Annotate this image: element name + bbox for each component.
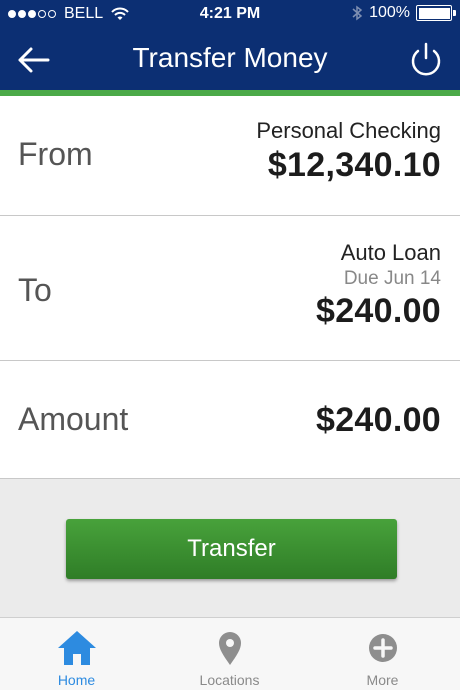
tab-locations-label: Locations	[199, 672, 260, 688]
action-area: Transfer	[0, 479, 460, 617]
amount-label: Amount	[18, 401, 129, 437]
plus-circle-icon	[368, 634, 397, 662]
to-due-date: Due Jun 14	[343, 268, 441, 289]
from-account-row[interactable]: From Personal Checking $12,340.10	[0, 96, 460, 216]
amount-row[interactable]: Amount $240.00	[0, 361, 460, 479]
transfer-button[interactable]: Transfer	[66, 519, 397, 579]
from-account-info: Personal Checking $12,340.10	[256, 118, 441, 185]
amount-value: $240.00	[315, 401, 441, 439]
from-label: From	[18, 136, 93, 172]
from-account-balance: $12,340.10	[267, 146, 441, 184]
status-bar: BELL 4:21 PM 100%	[0, 0, 460, 30]
tab-home[interactable]: Home	[0, 618, 153, 690]
to-label: To	[18, 272, 52, 308]
app-header: BELL 4:21 PM 100% Transfer Money	[0, 0, 460, 92]
amount-info: $240.00	[316, 399, 441, 440]
battery-percent: 100%	[369, 4, 410, 21]
home-icon	[57, 631, 96, 665]
battery-icon	[416, 5, 456, 21]
page-title: Transfer Money	[132, 42, 328, 73]
to-account-row[interactable]: To Auto Loan Due Jun 14 $240.00	[0, 216, 460, 361]
tab-home-label: Home	[57, 672, 96, 688]
power-icon[interactable]	[406, 40, 446, 80]
bluetooth-icon	[352, 5, 363, 21]
tab-locations[interactable]: Locations	[153, 618, 306, 690]
from-account-name: Personal Checking	[256, 118, 441, 143]
tab-more[interactable]: More	[306, 618, 459, 690]
to-account-name: Auto Loan	[340, 240, 441, 265]
nav-bar: Transfer Money	[0, 30, 460, 90]
status-right: 100%	[351, 4, 456, 22]
tab-more-label: More	[366, 672, 399, 688]
to-account-amount: $240.00	[315, 292, 441, 330]
to-account-info: Auto Loan Due Jun 14 $240.00	[316, 240, 441, 331]
tab-bar: Home Locations More	[0, 617, 460, 690]
location-pin-icon	[218, 632, 241, 665]
